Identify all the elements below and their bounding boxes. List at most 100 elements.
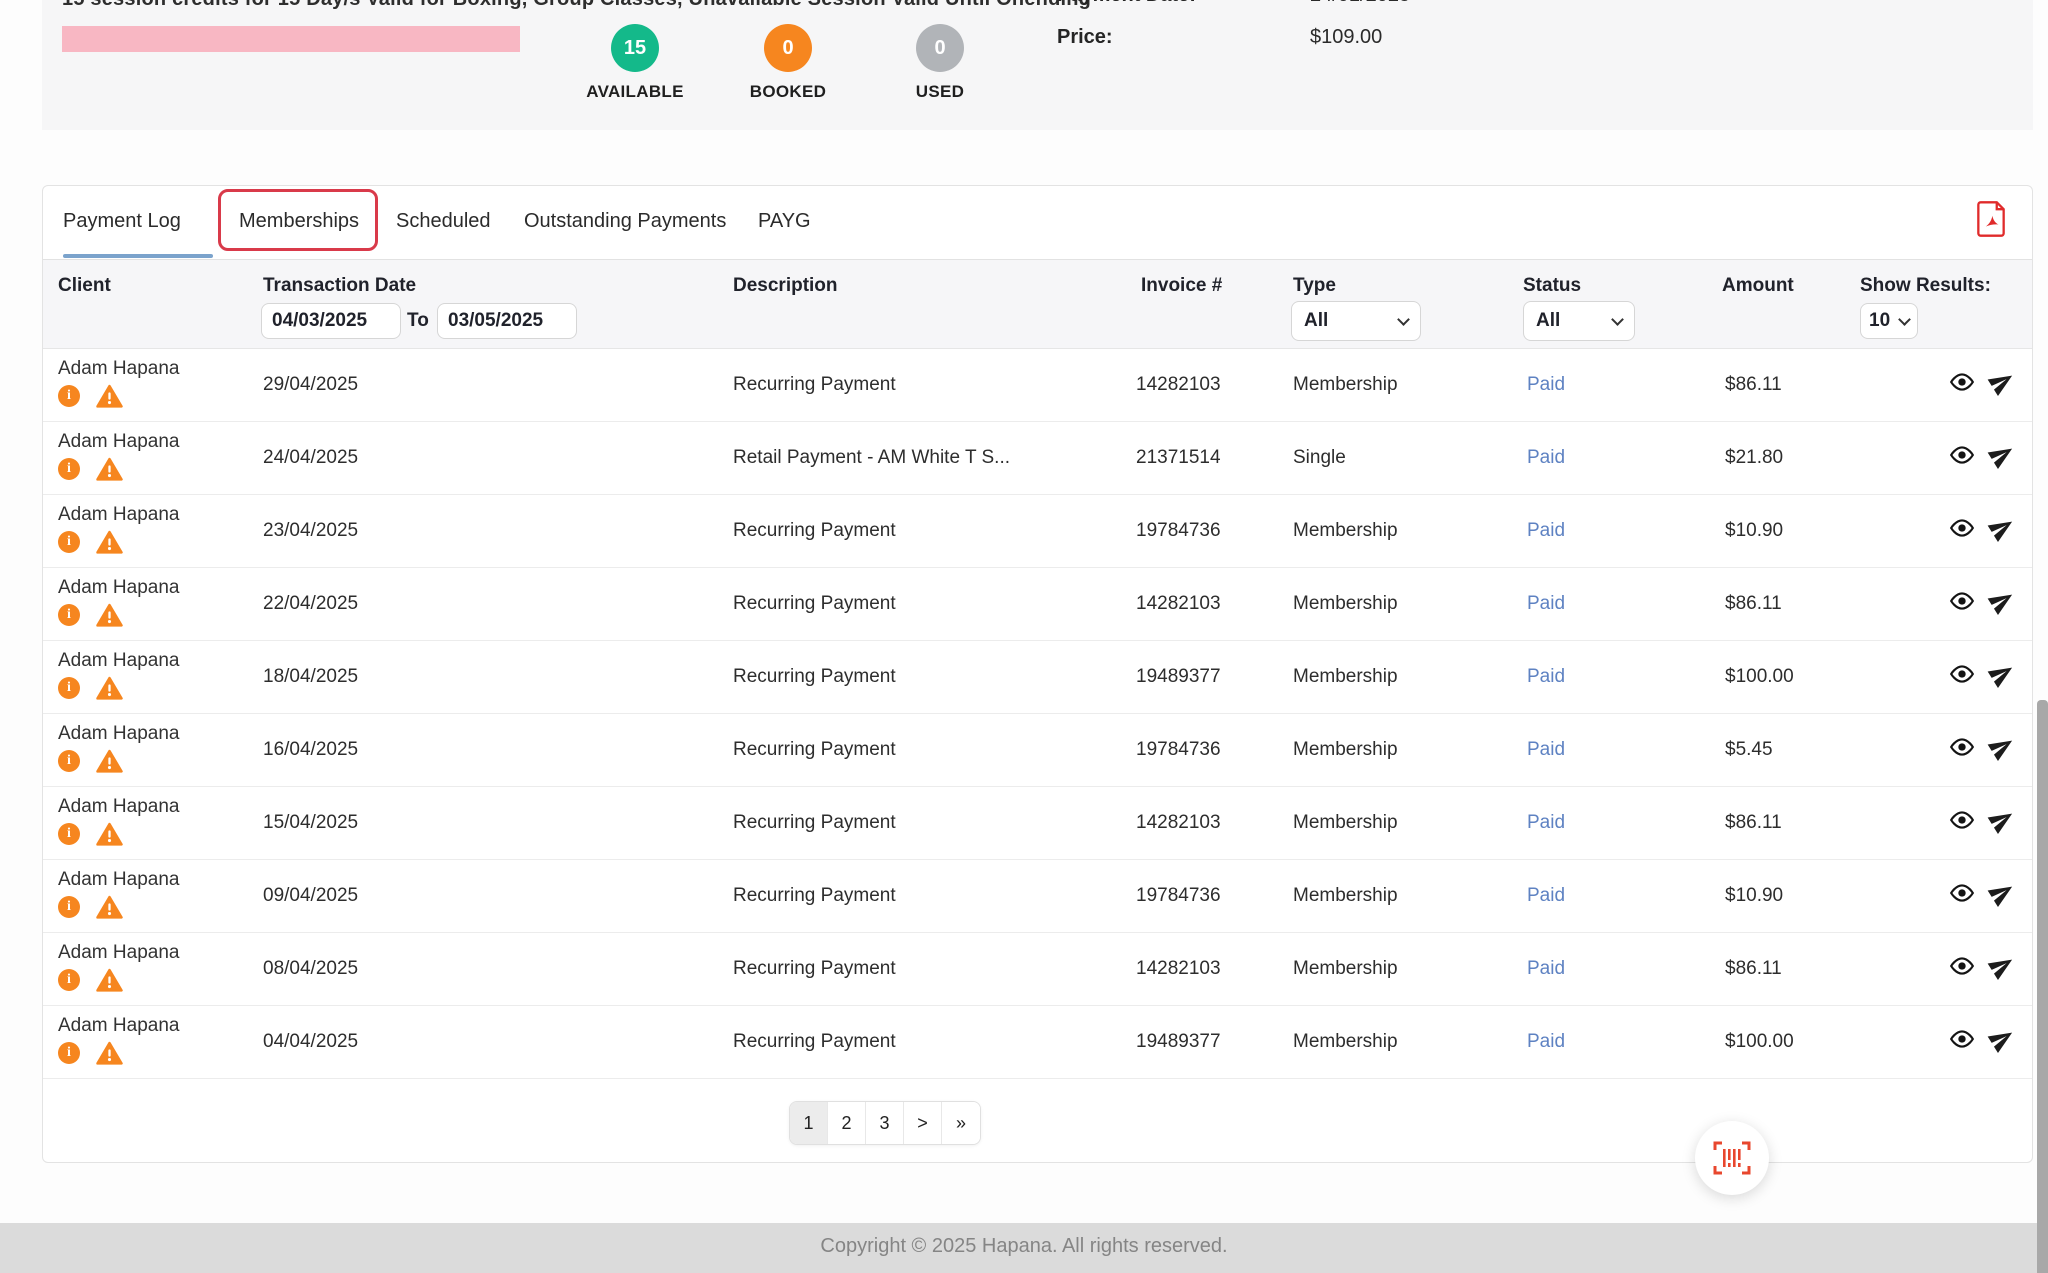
warning-icon[interactable] — [96, 530, 123, 554]
status-link[interactable]: Paid — [1527, 374, 1565, 396]
invoice-number: 14282103 — [1136, 812, 1221, 834]
col-client: Client — [58, 275, 111, 297]
view-icon[interactable] — [1949, 738, 1975, 762]
amount: $86.11 — [1725, 958, 1782, 980]
info-icon[interactable]: i — [58, 896, 80, 918]
transaction-date: 18/04/2025 — [263, 666, 358, 688]
table-row: Adam Hapana i 29/04/2025 Recurring Payme… — [43, 349, 2032, 422]
status-link[interactable]: Paid — [1527, 520, 1565, 542]
warning-icon[interactable] — [96, 822, 123, 846]
send-icon[interactable] — [1989, 953, 2015, 985]
date-to-input[interactable] — [437, 303, 577, 339]
view-icon[interactable] — [1949, 446, 1975, 470]
send-icon[interactable] — [1989, 661, 2015, 693]
col-type: Type — [1293, 275, 1336, 297]
available-count-circle: 15 — [611, 24, 659, 72]
transaction-date: 22/04/2025 — [263, 593, 358, 615]
page-button-1[interactable]: 1 — [790, 1102, 828, 1144]
page-next-button[interactable]: > — [904, 1102, 942, 1144]
description: Recurring Payment — [733, 520, 896, 542]
warning-icon[interactable] — [96, 895, 123, 919]
info-icon[interactable]: i — [58, 604, 80, 626]
status-link[interactable]: Paid — [1527, 666, 1565, 688]
warning-icon[interactable] — [96, 749, 123, 773]
send-icon[interactable] — [1989, 515, 2015, 547]
status-link[interactable]: Paid — [1527, 739, 1565, 761]
price-label: Price: — [1057, 26, 1113, 49]
warning-icon[interactable] — [96, 1041, 123, 1065]
invoice-number: 19784736 — [1136, 520, 1221, 542]
tab-memberships[interactable]: Memberships — [239, 210, 359, 233]
tab-payg[interactable]: PAYG — [758, 210, 811, 233]
warning-icon[interactable] — [96, 457, 123, 481]
used-label: USED — [860, 82, 1020, 102]
warning-icon[interactable] — [96, 676, 123, 700]
export-pdf-icon[interactable] — [1973, 200, 2009, 238]
transaction-date: 08/04/2025 — [263, 958, 358, 980]
info-icon[interactable]: i — [58, 458, 80, 480]
view-icon[interactable] — [1949, 665, 1975, 689]
payment-type: Membership — [1293, 593, 1398, 615]
payment-type: Membership — [1293, 666, 1398, 688]
status-link[interactable]: Paid — [1527, 812, 1565, 834]
view-icon[interactable] — [1949, 373, 1975, 397]
payment-date-label: Payment Date: — [1057, 0, 1196, 7]
status-link[interactable]: Paid — [1527, 885, 1565, 907]
membership-summary-card: 15 session credits for 15 Day/s Valid fo… — [42, 0, 2033, 130]
status-link[interactable]: Paid — [1527, 593, 1565, 615]
send-icon[interactable] — [1989, 880, 2015, 912]
amount: $100.00 — [1725, 666, 1794, 688]
table-row: Adam Hapana i 16/04/2025 Recurring Payme… — [43, 714, 2032, 787]
send-icon[interactable] — [1989, 734, 2015, 766]
client-name: Adam Hapana — [58, 650, 179, 671]
info-icon[interactable]: i — [58, 531, 80, 553]
vertical-scrollbar[interactable] — [2037, 700, 2048, 1273]
date-from-input[interactable] — [261, 303, 401, 339]
info-icon[interactable]: i — [58, 385, 80, 407]
chevron-down-icon — [1611, 313, 1624, 326]
page-button-2[interactable]: 2 — [828, 1102, 866, 1144]
client-cell: Adam Hapana i — [58, 650, 179, 700]
table-header: Client Transaction Date To Description I… — [43, 259, 2032, 349]
info-icon[interactable]: i — [58, 750, 80, 772]
description: Recurring Payment — [733, 958, 896, 980]
table-row: Adam Hapana i 15/04/2025 Recurring Payme… — [43, 787, 2032, 860]
status-link[interactable]: Paid — [1527, 1031, 1565, 1053]
send-icon[interactable] — [1989, 588, 2015, 620]
tab-scheduled[interactable]: Scheduled — [396, 210, 491, 233]
col-invoice: Invoice # — [1141, 275, 1222, 297]
page-last-button[interactable]: » — [942, 1102, 980, 1144]
view-icon[interactable] — [1949, 592, 1975, 616]
status-filter-select[interactable]: All — [1523, 301, 1635, 341]
view-icon[interactable] — [1949, 519, 1975, 543]
warning-icon[interactable] — [96, 384, 123, 408]
show-results-select[interactable]: 10 — [1860, 303, 1918, 339]
info-icon[interactable]: i — [58, 969, 80, 991]
info-icon[interactable]: i — [58, 677, 80, 699]
warning-icon[interactable] — [96, 603, 123, 627]
send-icon[interactable] — [1989, 442, 2015, 474]
status-filter-value: All — [1536, 310, 1560, 332]
payment-type: Membership — [1293, 374, 1398, 396]
info-icon[interactable]: i — [58, 1042, 80, 1064]
description: Recurring Payment — [733, 812, 896, 834]
stat-used: 0 USED — [860, 24, 1020, 102]
status-link[interactable]: Paid — [1527, 447, 1565, 469]
send-icon[interactable] — [1989, 369, 2015, 401]
status-link[interactable]: Paid — [1527, 958, 1565, 980]
send-icon[interactable] — [1989, 1026, 2015, 1058]
info-icon[interactable]: i — [58, 823, 80, 845]
amount: $10.90 — [1725, 520, 1783, 542]
send-icon[interactable] — [1989, 807, 2015, 839]
page-button-3[interactable]: 3 — [866, 1102, 904, 1144]
barcode-scan-button[interactable] — [1695, 1121, 1769, 1195]
tab-payment-log[interactable]: Payment Log — [63, 210, 181, 233]
view-icon[interactable] — [1949, 884, 1975, 908]
client-cell: Adam Hapana i — [58, 796, 179, 846]
tab-outstanding-payments[interactable]: Outstanding Payments — [524, 210, 726, 233]
type-filter-select[interactable]: All — [1291, 301, 1421, 341]
view-icon[interactable] — [1949, 957, 1975, 981]
view-icon[interactable] — [1949, 1030, 1975, 1054]
view-icon[interactable] — [1949, 811, 1975, 835]
warning-icon[interactable] — [96, 968, 123, 992]
